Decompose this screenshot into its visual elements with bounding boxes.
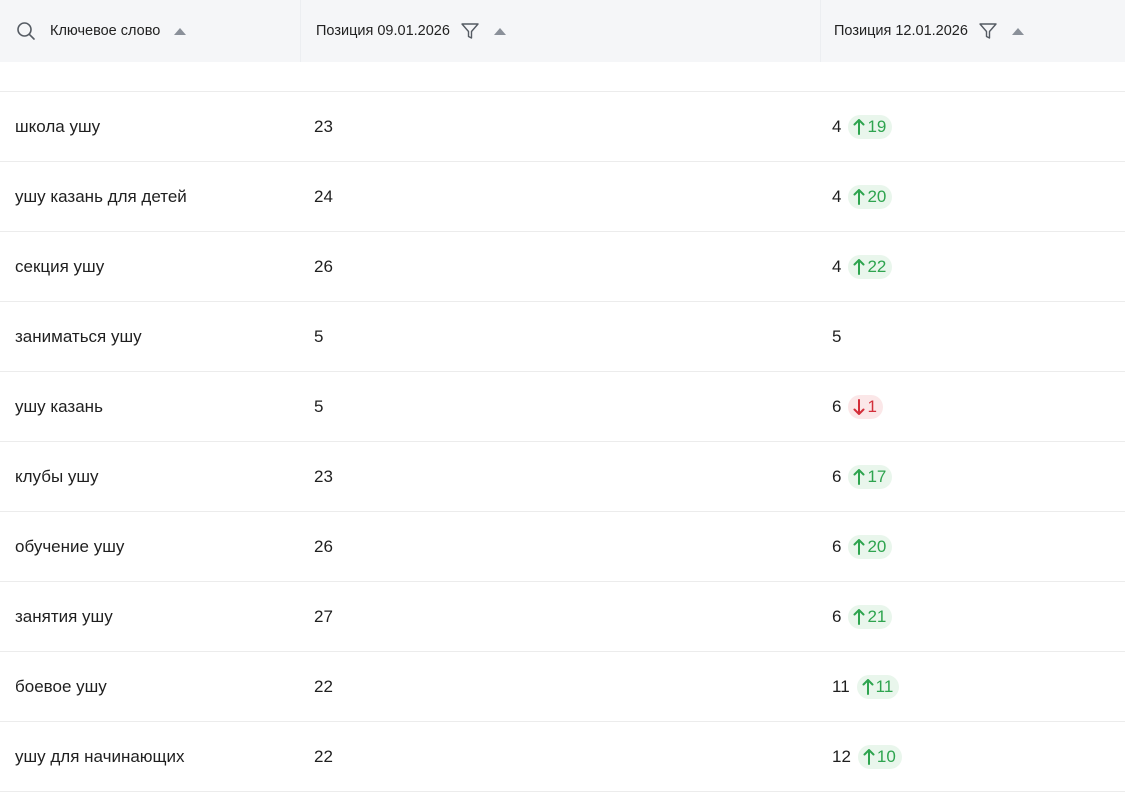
position-date1-cell: 27 <box>314 606 333 626</box>
table-row[interactable]: ушу казань для детей 24 4 20 <box>0 162 1125 232</box>
position-value: 4 <box>832 256 842 276</box>
position-date2-cell: 6 20 <box>832 512 893 581</box>
table-row[interactable]: занятия ушу 27 6 21 <box>0 582 1125 652</box>
sort-asc-icon[interactable] <box>1011 27 1024 35</box>
filter-icon[interactable] <box>978 21 998 41</box>
arrow-up-icon <box>853 118 867 135</box>
position-date1-cell: 23 <box>314 116 333 136</box>
arrow-down-icon <box>853 398 867 415</box>
date2-header-label: Позиция 12.01.2026 <box>834 23 968 39</box>
position-increase-badge: 21 <box>848 604 893 629</box>
column-header-date2[interactable]: Позиция 12.01.2026 <box>820 0 1125 62</box>
arrow-up-icon <box>853 188 867 205</box>
change-value: 17 <box>867 466 887 486</box>
position-value: 6 <box>832 466 842 486</box>
table-row[interactable]: ушу казань 5 6 1 <box>0 372 1125 442</box>
position-date2-cell: 4 20 <box>832 162 893 231</box>
arrow-up-icon <box>862 678 876 695</box>
filter-icon[interactable] <box>460 21 480 41</box>
arrow-up-icon <box>853 608 867 625</box>
keyword-cell: заниматься ушу <box>15 326 142 346</box>
keyword-cell: ушу для начинающих <box>15 746 185 766</box>
position-value: 6 <box>832 396 842 416</box>
position-value: 4 <box>832 186 842 206</box>
table-row[interactable]: заниматься ушу 5 5 <box>0 302 1125 372</box>
change-value: 21 <box>867 606 887 626</box>
position-value: 6 <box>832 536 842 556</box>
position-date2-cell: 4 22 <box>832 232 893 301</box>
sort-asc-icon[interactable] <box>493 27 506 35</box>
position-value: 5 <box>832 326 842 346</box>
position-increase-badge: 11 <box>856 674 900 699</box>
table-row[interactable]: боевое ушу 22 11 11 <box>0 652 1125 722</box>
keyword-positions-table: Ключевое слово Позиция 09.01.2026 Позици… <box>0 0 1125 793</box>
keyword-cell: занятия ушу <box>15 606 113 626</box>
position-increase-badge: 17 <box>848 464 893 489</box>
keyword-cell: ушу казань для детей <box>15 186 187 206</box>
keyword-cell: боевое ушу <box>15 676 107 696</box>
position-date1-cell: 22 <box>314 676 333 696</box>
change-value: 20 <box>867 536 887 556</box>
position-increase-badge: 22 <box>848 254 893 279</box>
position-date1-cell: 26 <box>314 256 333 276</box>
change-value: 19 <box>867 116 887 136</box>
table-body: ушу для детейшкола ушу23419ушу казань дл… <box>0 4 1125 792</box>
change-value: 1 <box>867 396 877 416</box>
change-value: 11 <box>875 676 894 696</box>
position-increase-badge: 19 <box>848 114 893 139</box>
position-date2-cell: 4 19 <box>832 92 893 161</box>
table-row[interactable]: обучение ушу 26 6 20 <box>0 512 1125 582</box>
position-value: 12 <box>832 746 851 766</box>
position-date2-cell: 11 11 <box>832 652 900 721</box>
position-date1-cell: 22 <box>314 746 333 766</box>
date1-header-label: Позиция 09.01.2026 <box>316 23 450 39</box>
arrow-up-icon <box>853 468 867 485</box>
position-increase-badge: 20 <box>848 534 893 559</box>
keyword-cell: клубы ушу <box>15 466 99 486</box>
change-value: 22 <box>867 256 887 276</box>
arrow-up-icon <box>853 258 867 275</box>
search-icon[interactable] <box>16 21 36 41</box>
position-increase-badge: 10 <box>857 744 902 769</box>
change-value: 10 <box>876 746 896 766</box>
column-header-date1[interactable]: Позиция 09.01.2026 <box>300 0 820 62</box>
keyword-cell: школа ушу <box>15 116 101 136</box>
keyword-cell: ушу казань <box>15 396 103 416</box>
position-date1-cell: 23 <box>314 466 333 486</box>
position-date1-cell: 26 <box>314 536 333 556</box>
position-date1-cell: 24 <box>314 186 333 206</box>
position-date2-cell: 61 <box>832 372 883 441</box>
keyword-cell: обучение ушу <box>15 536 125 556</box>
position-decrease-badge: 1 <box>848 394 883 419</box>
position-increase-badge: 20 <box>848 184 893 209</box>
sort-asc-icon[interactable] <box>174 27 187 35</box>
table-row[interactable]: школа ушу 23 4 19 <box>0 92 1125 162</box>
table-row[interactable]: секция ушу 26 4 22 <box>0 232 1125 302</box>
position-value: 4 <box>832 116 842 136</box>
column-header-keyword[interactable]: Ключевое слово <box>0 0 300 62</box>
keyword-cell: секция ушу <box>15 256 105 276</box>
arrow-up-icon <box>863 748 877 765</box>
table-row[interactable]: ушу для начинающих 22 12 10 <box>0 722 1125 792</box>
change-value: 20 <box>867 186 887 206</box>
table-row[interactable]: клубы ушу 23 6 17 <box>0 442 1125 512</box>
position-date1-cell: 5 <box>314 396 324 416</box>
position-date2-cell: 6 17 <box>832 442 893 511</box>
arrow-up-icon <box>853 538 867 555</box>
position-date2-cell: 6 21 <box>832 582 893 651</box>
position-date1-cell: 5 <box>314 326 324 346</box>
keyword-header-label: Ключевое слово <box>50 23 161 39</box>
position-value: 11 <box>832 676 850 696</box>
table-header: Ключевое слово Позиция 09.01.2026 Позици… <box>0 0 1125 62</box>
position-date2-cell: 12 10 <box>832 722 902 791</box>
position-date2-cell: 5 <box>832 302 841 371</box>
position-value: 6 <box>832 606 842 626</box>
